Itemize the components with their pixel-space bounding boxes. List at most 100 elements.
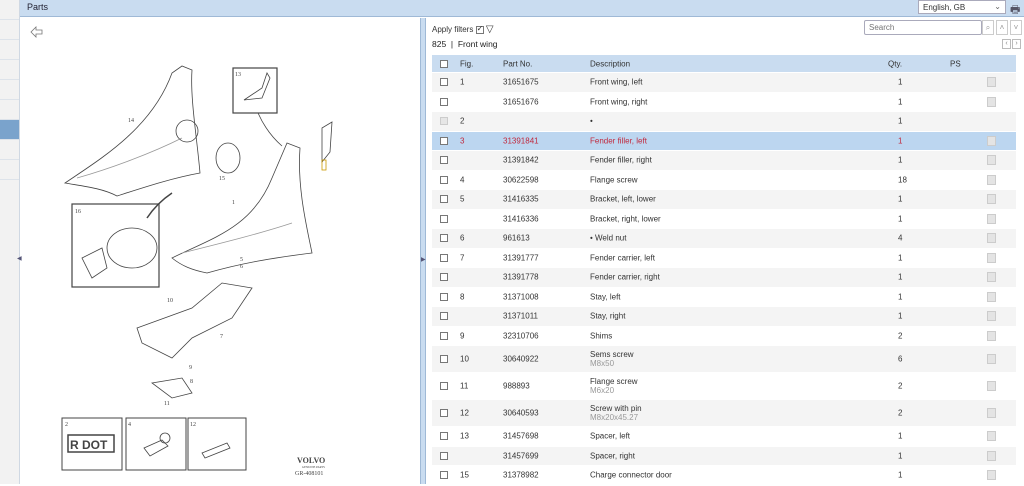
part-no-cell[interactable]: 31416336 (503, 214, 539, 223)
search-input[interactable] (864, 20, 982, 35)
row-checkbox[interactable] (440, 432, 448, 441)
part-no-cell[interactable]: 31371011 (503, 312, 538, 321)
part-no-cell[interactable]: 32310706 (503, 331, 539, 340)
note-icon[interactable] (987, 311, 996, 322)
table-row[interactable]: 3 31391841 Fender filler, left 1 (432, 131, 1016, 151)
nav-item[interactable] (0, 0, 19, 20)
table-row[interactable]: 8 31371008 Stay, left 1 (432, 287, 1016, 307)
part-no-cell[interactable]: 31651675 (503, 78, 539, 87)
part-no-cell[interactable]: 31651676 (503, 97, 539, 106)
part-no-cell[interactable]: 31457699 (503, 451, 539, 460)
note-icon[interactable] (987, 330, 996, 341)
nav-item[interactable] (0, 100, 19, 120)
part-no-cell[interactable]: 31378982 (503, 471, 539, 480)
note-icon[interactable] (987, 354, 996, 364)
table-row[interactable]: 31391778 Fender carrier, right 1 (432, 268, 1016, 288)
row-checkbox[interactable] (440, 451, 448, 460)
row-checkbox[interactable] (440, 156, 448, 165)
col-qty[interactable]: Qty. (888, 59, 902, 68)
row-checkbox[interactable] (440, 175, 448, 184)
note-icon[interactable] (987, 135, 996, 146)
table-row[interactable]: 12 30640593 Screw with pin M8x20x45.27 2 (432, 400, 1016, 427)
row-checkbox[interactable] (440, 312, 448, 321)
note-icon[interactable] (987, 194, 996, 205)
next-page-button[interactable]: › (1012, 39, 1021, 49)
note-icon[interactable] (987, 450, 996, 461)
chevron-up-icon[interactable]: ˄ (996, 20, 1008, 35)
col-description[interactable]: Description (590, 59, 630, 68)
row-checkbox[interactable] (440, 97, 448, 106)
note-icon[interactable] (987, 381, 996, 391)
part-no-cell[interactable]: 30622598 (503, 175, 539, 184)
row-checkbox[interactable] (440, 471, 448, 480)
select-all-checkbox[interactable] (440, 59, 448, 68)
part-no-cell[interactable]: 988893 (503, 382, 530, 391)
collapse-left-icon[interactable]: ◀ (17, 255, 22, 262)
nav-item[interactable] (0, 20, 19, 40)
nav-item[interactable] (0, 40, 19, 60)
table-row[interactable]: 13 31457698 Spacer, left 1 (432, 427, 1016, 447)
nav-item-selected[interactable] (0, 120, 19, 140)
part-no-cell[interactable]: 31391777 (503, 253, 539, 262)
part-no-cell[interactable]: 961613 (503, 234, 530, 243)
note-icon[interactable] (987, 252, 996, 263)
prev-page-button[interactable]: ‹ (1002, 39, 1011, 49)
table-row[interactable]: 9 32310706 Shims 2 (432, 326, 1016, 346)
row-checkbox[interactable] (440, 382, 448, 390)
row-checkbox[interactable] (440, 253, 448, 262)
note-icon[interactable] (987, 174, 996, 185)
row-checkbox[interactable] (440, 292, 448, 301)
chevron-down-icon[interactable]: ˅ (1010, 20, 1022, 35)
col-part-no[interactable]: Part No. (503, 59, 532, 68)
col-ps[interactable]: PS (950, 59, 961, 68)
note-icon[interactable] (987, 431, 996, 442)
note-icon[interactable] (987, 233, 996, 244)
nav-item[interactable] (0, 60, 19, 80)
row-checkbox[interactable] (440, 136, 448, 145)
table-row[interactable]: 31371011 Stay, right 1 (432, 307, 1016, 327)
row-checkbox[interactable] (440, 78, 448, 87)
table-row[interactable]: 10 30640922 Sems screw M8x50 6 (432, 346, 1016, 373)
note-icon[interactable] (987, 291, 996, 302)
apply-filters-checkbox[interactable] (475, 24, 484, 34)
search-icon[interactable]: ⌕ (982, 20, 994, 35)
table-row[interactable]: 31416336 Bracket, right, lower 1 (432, 209, 1016, 229)
table-row[interactable]: 31391842 Fender filler, right 1 (432, 151, 1016, 171)
table-row[interactable]: 6 961613 • Weld nut 4 (432, 229, 1016, 249)
row-checkbox[interactable] (440, 355, 448, 363)
note-icon[interactable] (987, 96, 996, 107)
note-icon[interactable] (987, 77, 996, 88)
row-checkbox[interactable] (440, 331, 448, 340)
part-no-cell[interactable]: 31371008 (503, 292, 539, 301)
language-select[interactable]: English, GB ⌄ (918, 0, 1006, 14)
filter-icon[interactable]: ▽ (486, 24, 494, 35)
part-no-cell[interactable]: 30640593 (503, 409, 539, 418)
nav-item[interactable] (0, 160, 19, 180)
nav-item[interactable] (0, 80, 19, 100)
table-row[interactable]: 7 31391777 Fender carrier, left 1 (432, 248, 1016, 268)
row-checkbox[interactable] (440, 409, 448, 417)
note-icon[interactable] (987, 408, 996, 418)
table-row[interactable]: 5 31416335 Bracket, left, lower 1 (432, 190, 1016, 210)
row-checkbox[interactable] (440, 214, 448, 223)
table-row[interactable]: 2 • 1 (432, 112, 1016, 132)
nav-item[interactable] (0, 140, 19, 160)
row-checkbox[interactable] (440, 273, 448, 282)
row-checkbox[interactable] (440, 234, 448, 243)
col-fig[interactable]: Fig. (460, 59, 473, 68)
table-row[interactable]: 31457699 Spacer, right 1 (432, 446, 1016, 466)
table-row[interactable]: 15 31378982 Charge connector door 1 (432, 466, 1016, 486)
table-row[interactable]: 1 31651675 Front wing, left 1 (432, 73, 1016, 93)
table-row[interactable]: 11 988893 Flange screw M6x20 2 (432, 373, 1016, 400)
note-icon[interactable] (987, 272, 996, 283)
part-no-cell[interactable]: 31391841 (503, 136, 539, 145)
table-row[interactable]: 4 30622598 Flange screw 18 (432, 170, 1016, 190)
row-checkbox[interactable] (440, 195, 448, 204)
note-icon[interactable] (987, 155, 996, 166)
note-icon[interactable] (987, 213, 996, 224)
part-no-cell[interactable]: 31457698 (503, 432, 539, 441)
part-no-cell[interactable]: 30640922 (503, 355, 539, 364)
table-row[interactable]: 31651676 Front wing, right 1 (432, 92, 1016, 112)
collapse-icon[interactable]: ▶ (421, 256, 426, 263)
note-icon[interactable] (987, 470, 996, 481)
